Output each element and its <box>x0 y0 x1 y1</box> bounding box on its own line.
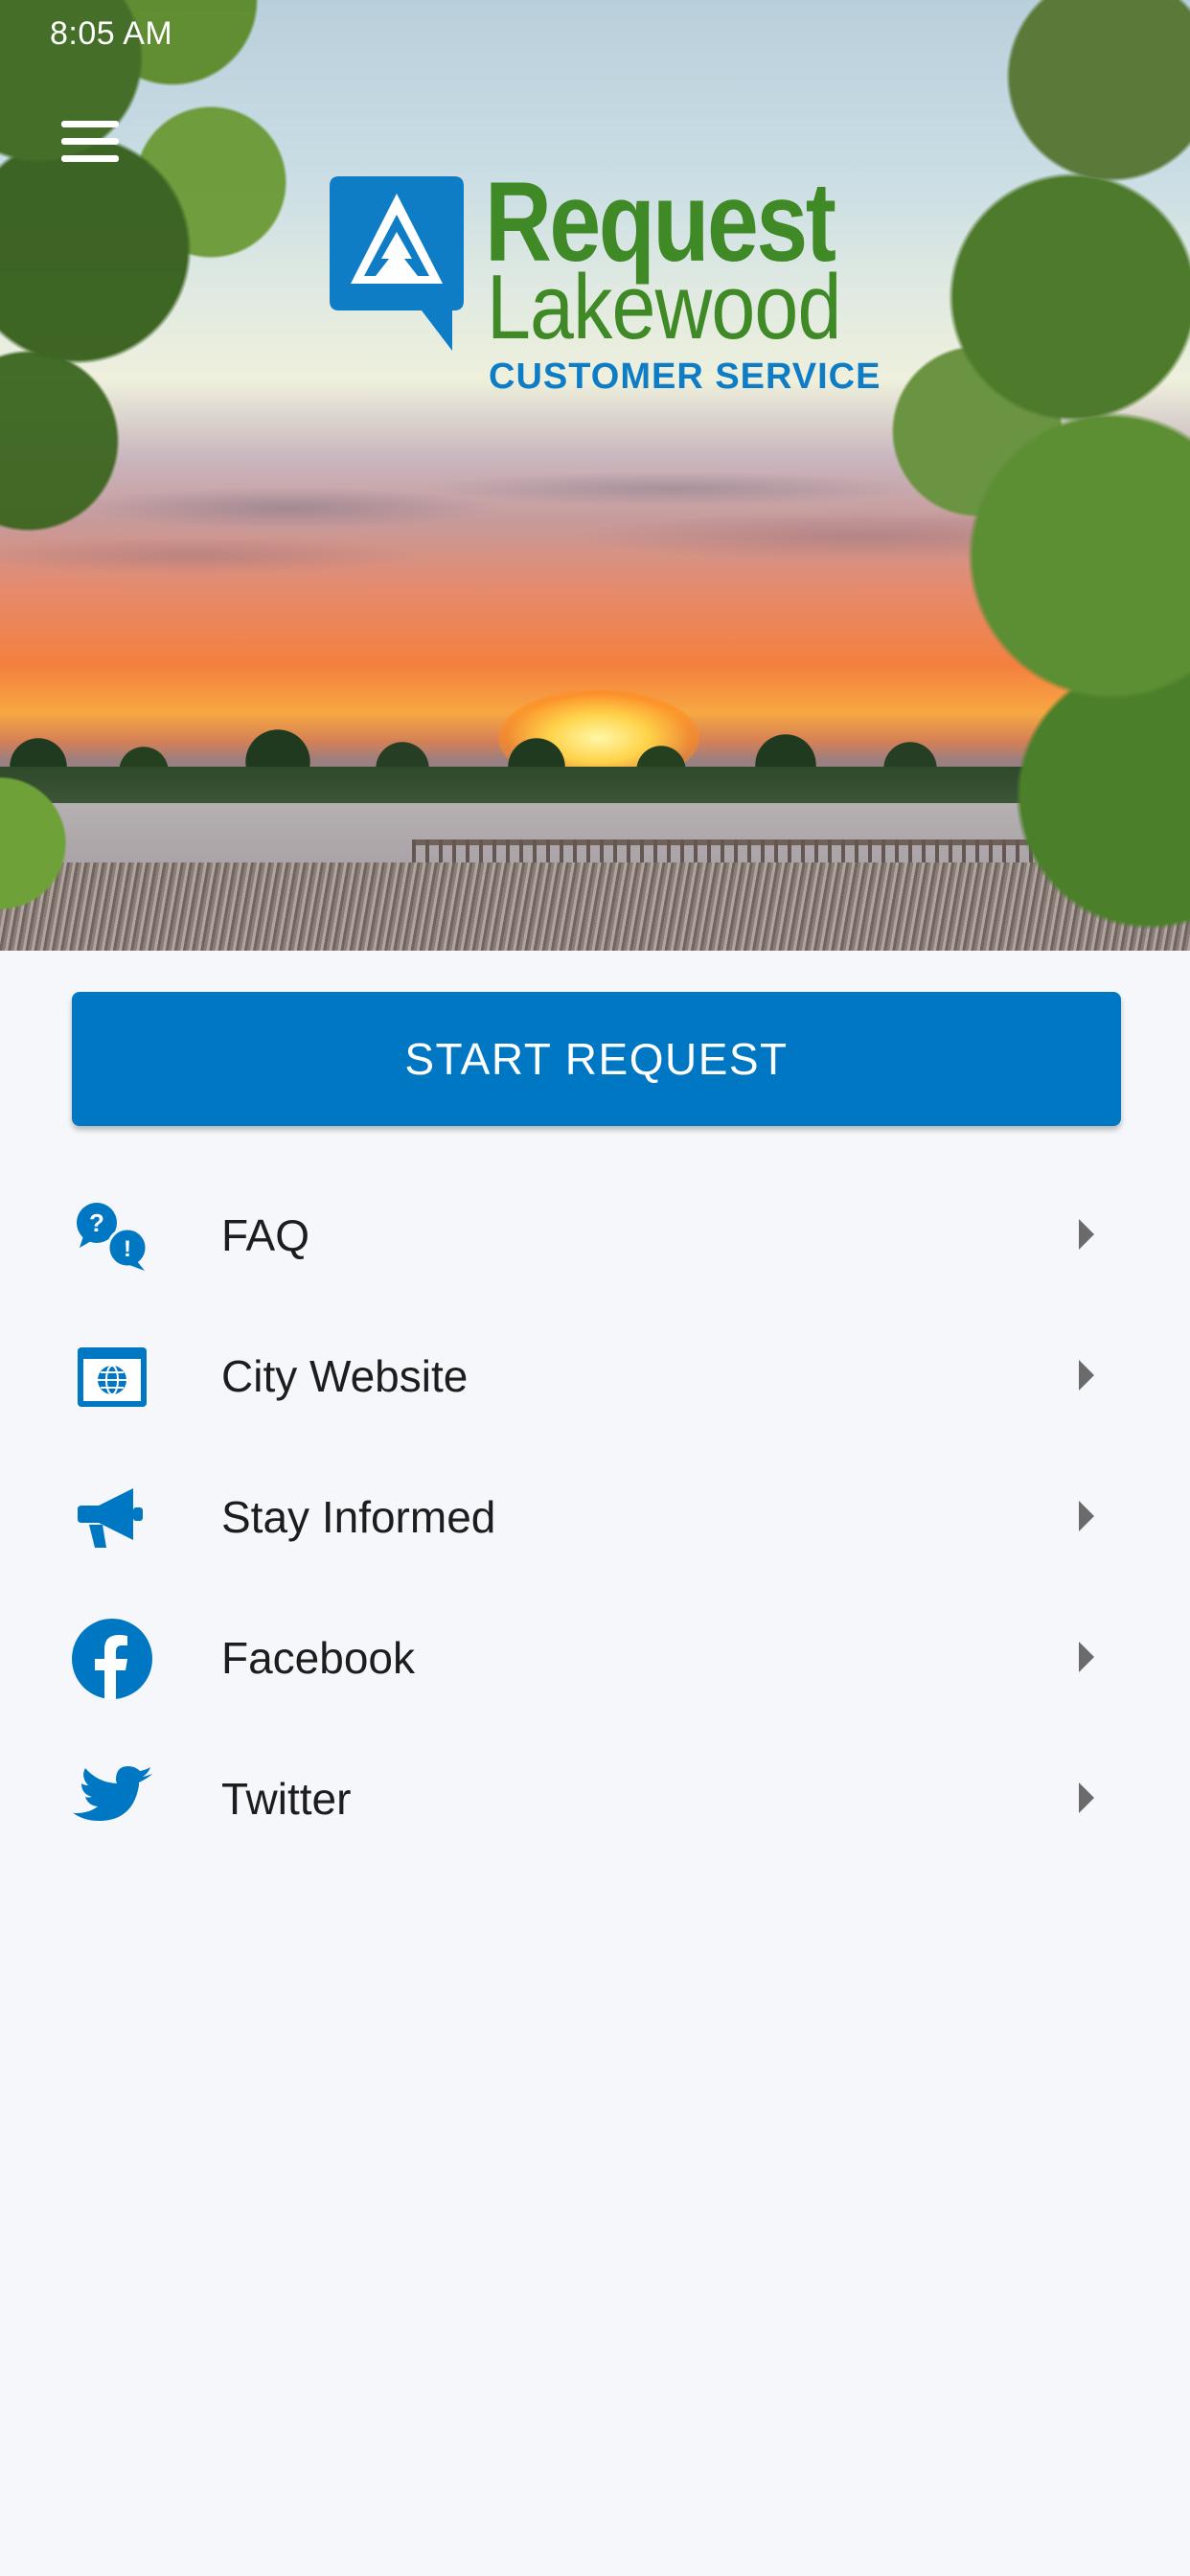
megaphone-icon <box>72 1478 152 1558</box>
hero-tree-right <box>862 0 1190 951</box>
facebook-icon <box>72 1619 152 1699</box>
chevron-right-icon <box>1079 1782 1094 1813</box>
menu-item-twitter[interactable]: Twitter <box>0 1727 1190 1868</box>
logo-text-lakewood: Lakewood <box>487 256 841 358</box>
menu-item-facebook[interactable]: Facebook <box>0 1586 1190 1727</box>
faq-bubbles-icon: ? ! <box>72 1196 152 1276</box>
svg-text:?: ? <box>89 1208 104 1237</box>
menu-item-label: Stay Informed <box>221 1492 496 1542</box>
menu-item-faq[interactable]: ? ! FAQ <box>0 1163 1190 1304</box>
hero-tree-left <box>0 0 364 594</box>
menu-item-label: FAQ <box>221 1210 310 1260</box>
start-request-button[interactable]: START REQUEST <box>72 992 1121 1126</box>
status-time: 8:05 AM <box>50 15 173 52</box>
logo-mark-icon <box>330 176 464 351</box>
chevron-right-icon <box>1079 1642 1094 1672</box>
svg-text:!: ! <box>124 1236 131 1262</box>
hamburger-menu-icon[interactable] <box>56 113 125 172</box>
menu-item-city-website[interactable]: City Website <box>0 1304 1190 1445</box>
menu-item-stay-informed[interactable]: Stay Informed <box>0 1445 1190 1586</box>
hero-image: 8:05 AM Request Lakewood CUSTOMER SERVIC… <box>0 0 1190 951</box>
web-globe-icon <box>72 1337 152 1417</box>
menu-list: ? ! FAQ City Website Stay Informed Faceb… <box>0 1163 1190 1868</box>
logo-text-customer-service: CUSTOMER SERVICE <box>489 356 881 397</box>
chevron-right-icon <box>1079 1360 1094 1391</box>
hero-tree-left-low <box>0 748 77 939</box>
request-lakewood-logo: Request Lakewood CUSTOMER SERVICE <box>330 159 880 402</box>
menu-item-label: City Website <box>221 1351 469 1401</box>
chevron-right-icon <box>1079 1501 1094 1531</box>
menu-item-label: Facebook <box>221 1633 416 1683</box>
chevron-right-icon <box>1079 1219 1094 1250</box>
twitter-icon <box>72 1760 152 1840</box>
menu-item-label: Twitter <box>221 1774 352 1824</box>
